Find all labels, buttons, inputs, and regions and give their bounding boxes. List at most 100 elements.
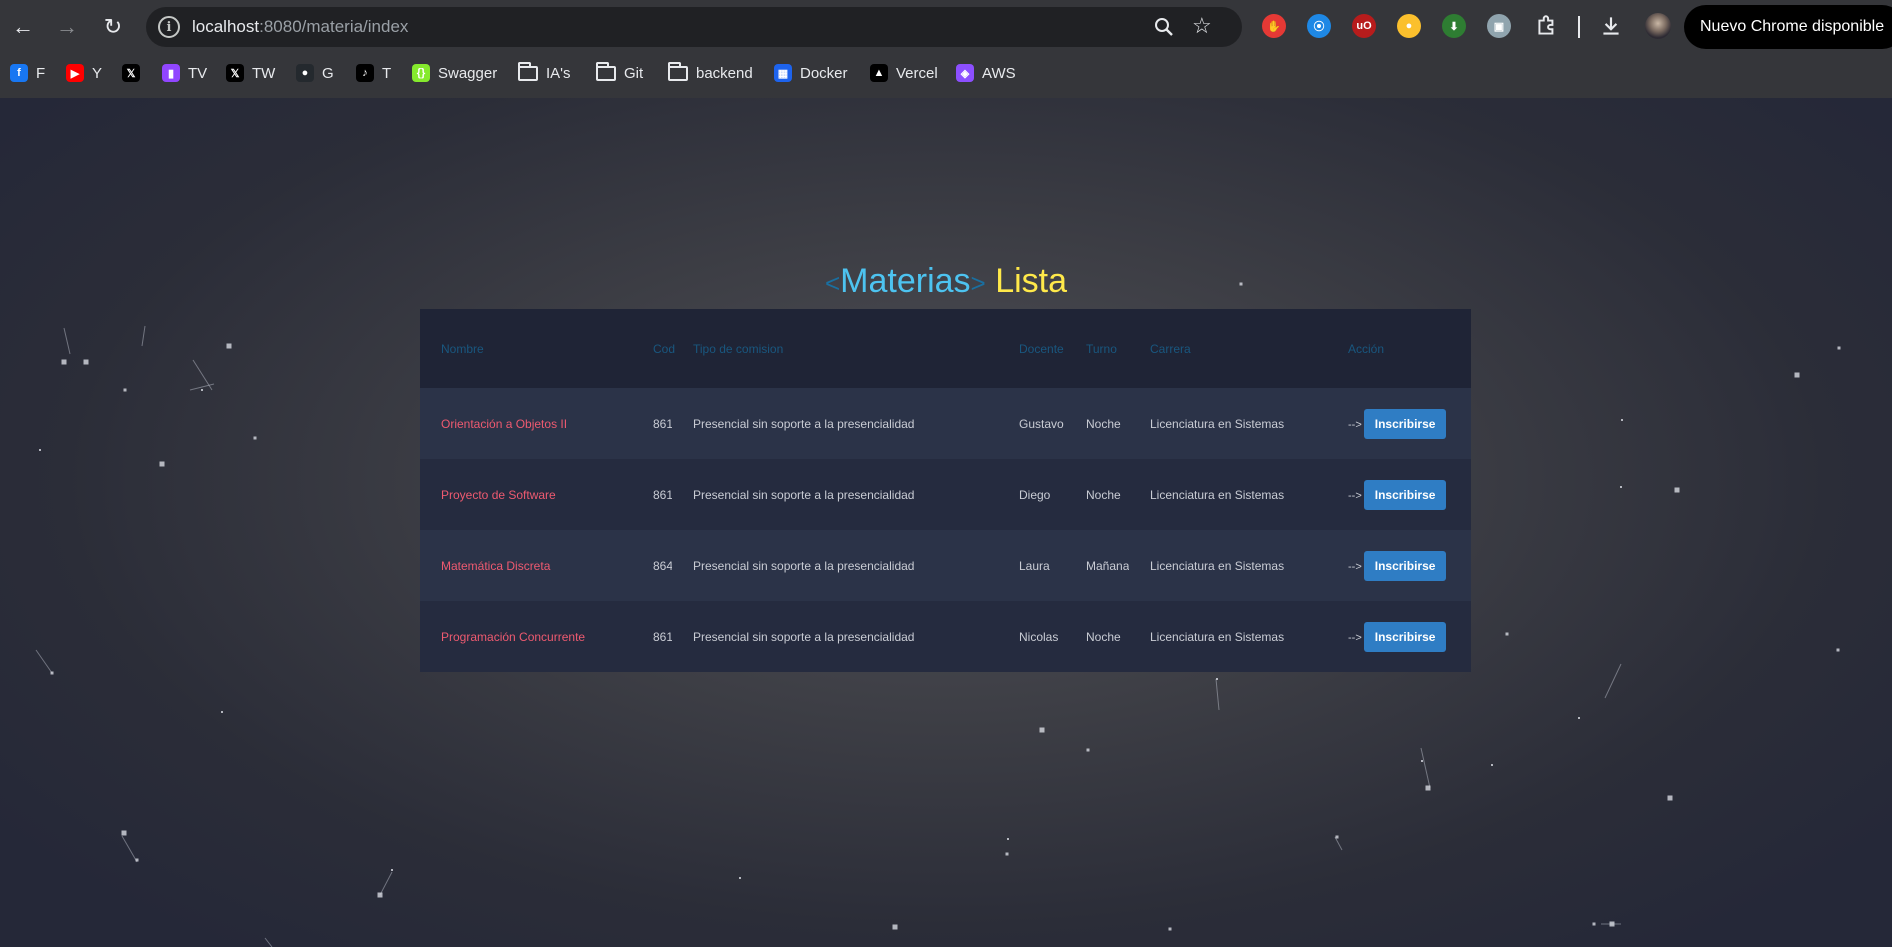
profile-avatar[interactable]	[1645, 13, 1671, 39]
colorpick-extension-icon[interactable]: ●	[1397, 14, 1421, 38]
inscribirse-button[interactable]: Inscribirse	[1363, 408, 1447, 439]
particle-dot	[1421, 760, 1423, 762]
particle-dot	[159, 461, 165, 467]
adblock-extension-icon[interactable]: ✋	[1262, 14, 1286, 38]
cell-tipo: Presencial sin soporte a la presencialid…	[693, 416, 915, 431]
particle-dot	[253, 436, 257, 440]
bookmark-item[interactable]: ◈ AWS	[956, 62, 1016, 84]
browser-chrome: ← → ↻ i localhost:8080/materia/index ☆ ✋…	[0, 0, 1892, 98]
table-row: Programación Concurrente 8614 Presencial…	[420, 601, 1471, 672]
bookmark-label: IA's	[546, 64, 571, 82]
bookmark-item[interactable]: ▮ TV	[162, 62, 207, 84]
cell-tipo: Presencial sin soporte a la presencialid…	[693, 629, 915, 644]
github-icon: ●	[296, 64, 314, 82]
col-header-docente: Docente	[1019, 341, 1064, 356]
materias-table: Nombre Cod Tipo de comision Docente Turn…	[420, 309, 1471, 672]
youtube-icon: ▶	[66, 64, 84, 82]
cell-accion: --> Inscribirse	[1327, 388, 1471, 459]
wifi-extension-icon[interactable]: ⦿	[1307, 14, 1331, 38]
downloads-icon[interactable]	[1598, 13, 1624, 39]
bookmark-item[interactable]: ♪ T	[356, 62, 391, 84]
particle-dot	[1621, 419, 1623, 421]
folder-icon	[596, 61, 616, 81]
reload-icon[interactable]: ↻	[96, 10, 130, 44]
cell-carrera: Licenciatura en Sistemas	[1150, 558, 1285, 573]
address-url[interactable]: localhost:8080/materia/index	[192, 17, 408, 37]
particle-dot	[1836, 648, 1840, 652]
particle-dot	[123, 388, 127, 392]
id-card-extension-icon[interactable]: ▣	[1487, 14, 1511, 38]
bookmark-label: Docker	[800, 64, 848, 82]
cell-cod: 8614	[653, 629, 672, 644]
bookmark-label: backend	[696, 64, 753, 82]
particle-dot	[739, 877, 741, 879]
vercel-icon: ▲	[870, 64, 888, 82]
bookmark-item[interactable]: 𝕏	[122, 62, 140, 84]
page-title: <Materias> Lista	[0, 262, 1892, 301]
bookmark-item[interactable]: Git	[596, 61, 643, 84]
address-bar[interactable]: i localhost:8080/materia/index ☆	[146, 7, 1242, 47]
cell-turno: Mañana	[1086, 558, 1129, 573]
particle-link	[141, 325, 146, 347]
particle-link	[1215, 678, 1220, 711]
bookmark-item[interactable]: backend	[668, 61, 753, 84]
particle-dot	[83, 359, 89, 365]
col-header-accion: Acción	[1348, 341, 1385, 356]
swagger-icon: {}	[412, 64, 430, 82]
inscribirse-button[interactable]: Inscribirse	[1363, 550, 1447, 581]
bookmark-label: TW	[252, 64, 276, 82]
bookmark-item[interactable]: {} Swagger	[412, 62, 497, 84]
bookmarks-bar: f F ▶ Y 𝕏 ▮ TV 𝕏 TW ● G ♪ T{} Swagger IA's Git backend ▦ D…	[0, 58, 1892, 88]
bookmark-item[interactable]: ▲ Vercel	[870, 62, 938, 84]
particle-dot	[1794, 372, 1800, 378]
particle-dot	[1592, 922, 1596, 926]
extensions-puzzle-icon[interactable]	[1534, 13, 1560, 39]
particle-dot	[1168, 927, 1172, 931]
bookmark-item[interactable]: ● G	[296, 62, 334, 84]
particle-dot	[50, 671, 54, 675]
twitch-icon: ▮	[162, 64, 180, 82]
toolbar-separator	[1578, 16, 1580, 38]
particle-dot	[1335, 835, 1339, 839]
col-header-tipo: Tipo de comision	[693, 341, 784, 356]
table-row: Orientación a Objetos II 8616 Presencial…	[420, 388, 1471, 459]
bookmark-item[interactable]: IA's	[518, 61, 571, 84]
particle-dot	[135, 858, 139, 862]
particle-dot	[377, 892, 383, 898]
particle-dot	[1505, 632, 1509, 636]
bookmark-label: F	[36, 64, 46, 82]
back-icon[interactable]: ←	[6, 10, 40, 44]
table-row: Proyecto de Software 8619 Presencial sin…	[420, 459, 1471, 530]
particle-dot	[892, 924, 898, 930]
inscribirse-button[interactable]: Inscribirse	[1363, 621, 1447, 652]
cell-accion: --> Inscribirse	[1327, 530, 1471, 601]
chrome-update-button[interactable]: Nuevo Chrome disponible	[1684, 5, 1892, 49]
particle-link	[1334, 836, 1343, 851]
particle-dot	[1039, 727, 1045, 733]
bookmark-item[interactable]: ▦ Docker	[774, 62, 848, 84]
bookmark-item[interactable]: 𝕏 TW	[226, 62, 275, 84]
cell-carrera: Licenciatura en Sistemas	[1150, 629, 1285, 644]
particle-dot	[1620, 486, 1622, 488]
site-info-icon[interactable]: i	[158, 16, 180, 38]
tiktok-icon: ♪	[356, 64, 374, 82]
inscribirse-button[interactable]: Inscribirse	[1363, 479, 1447, 510]
bookmark-star-icon[interactable]: ☆	[1192, 12, 1212, 40]
forward-icon[interactable]: →	[50, 10, 84, 44]
particle-link	[35, 649, 53, 674]
cell-carrera: Licenciatura en Sistemas	[1150, 487, 1285, 502]
cell-nombre: Programación Concurrente	[441, 629, 586, 644]
particle-dot	[1005, 852, 1009, 856]
bookmark-item[interactable]: ▶ Y	[66, 62, 102, 84]
page-content: <Materias> Lista Nombre Cod Tipo de comi…	[0, 98, 1892, 947]
cell-nombre: Orientación a Objetos II	[441, 416, 568, 431]
download-ext-extension-icon[interactable]: ⬇	[1442, 14, 1466, 38]
title-open-bracket: <	[824, 268, 841, 298]
bookmark-item[interactable]: fF	[10, 62, 45, 84]
particle-link	[264, 937, 273, 947]
ublock-extension-icon[interactable]: uO	[1352, 14, 1376, 38]
cell-accion: --> Inscribirse	[1327, 601, 1471, 672]
particle-link	[379, 871, 393, 896]
bookmark-label: G	[322, 64, 334, 82]
zoom-icon[interactable]	[1152, 15, 1176, 39]
